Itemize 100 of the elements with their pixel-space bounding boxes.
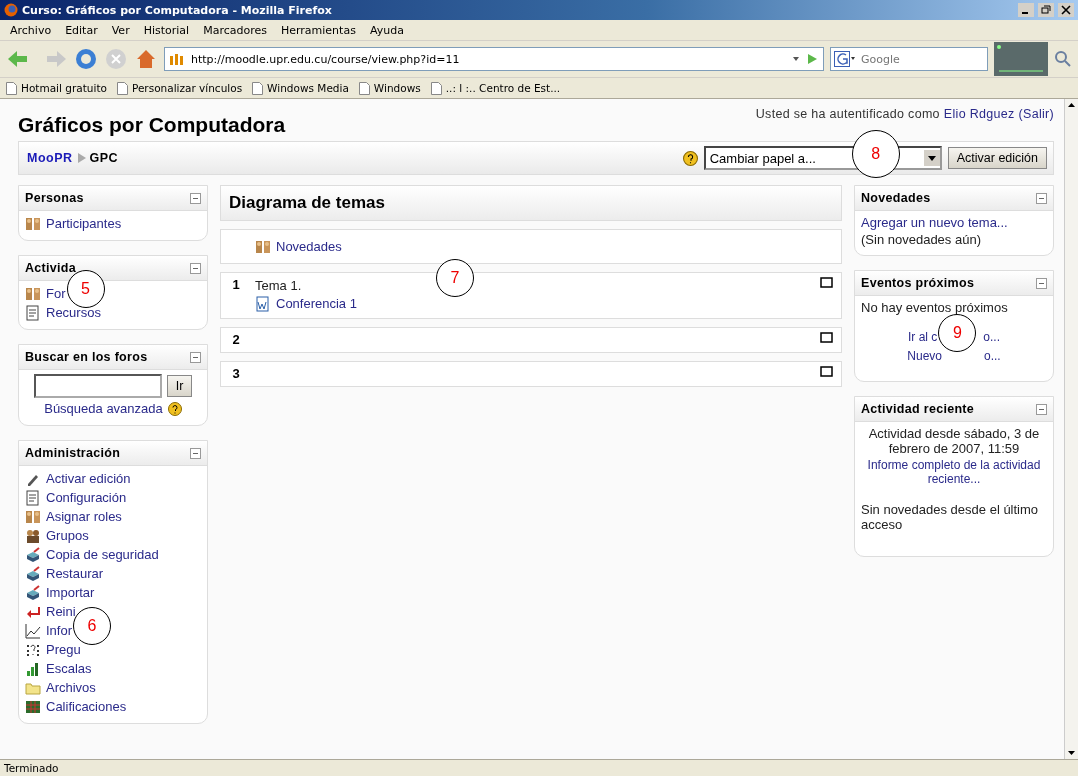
group-icon [25, 527, 41, 544]
forum-link[interactable]: Novedades [276, 238, 342, 255]
search-engine-icon [834, 51, 856, 67]
topic-number: 1 [232, 277, 240, 294]
collapse-icon[interactable] [190, 262, 201, 274]
breadcrumb-item[interactable]: MooPR [27, 151, 73, 165]
close-icon[interactable] [1058, 3, 1074, 17]
square-icon[interactable] [819, 277, 833, 288]
menu-item[interactable]: Ver [105, 21, 136, 39]
block-title: Personas [25, 191, 84, 205]
login-info: Usted se ha autentificado como [755, 107, 940, 121]
bookmark-link[interactable]: Windows [373, 82, 421, 94]
sidebar-link[interactable]: Restaurar [46, 565, 104, 582]
sidebar-link[interactable]: Escalas [46, 660, 92, 677]
line-chart-icon [25, 622, 41, 639]
square-icon[interactable] [819, 332, 833, 343]
sidebar-link[interactable]: Calificaciones [46, 698, 127, 715]
sidebar-link[interactable]: Copia de seguridad [46, 546, 159, 563]
search-icon[interactable] [1054, 50, 1072, 68]
advanced-search-link[interactable]: Búsqueda avanzada [44, 400, 163, 417]
topic-number: 3 [232, 366, 240, 383]
bookmark-link[interactable]: ..: l :.. Centro de Est... [445, 82, 561, 94]
window-title: Curso: Gráficos por Computadora - Mozilla Firefox [22, 3, 333, 17]
block-title: Actividad reciente [861, 402, 975, 416]
sidebar-link[interactable]: Archivos [46, 679, 96, 696]
dropdown-icon[interactable] [923, 150, 940, 166]
page-icon [358, 81, 370, 95]
collapse-icon[interactable] [1036, 403, 1047, 415]
document-icon [25, 489, 41, 506]
word-document-icon [255, 295, 271, 312]
callout-number: 9 [938, 313, 977, 352]
status-text: Terminado [4, 762, 59, 774]
box-icon [25, 565, 41, 582]
minimize-icon[interactable] [1018, 3, 1034, 17]
separator-icon [76, 153, 86, 163]
square-icon[interactable] [819, 366, 833, 377]
block-text: Actividad desde sábado, 3 de febrero de 2007, 11:59 [867, 426, 1041, 456]
sidebar-link[interactable]: Activar edición [46, 470, 131, 487]
help-icon[interactable] [167, 401, 182, 416]
bar-chart-icon [25, 660, 41, 677]
event-link[interactable]: o... [983, 329, 1000, 346]
logout-link[interactable]: (Salir) [1018, 107, 1054, 121]
topic-number: 2 [232, 332, 240, 349]
people-icon [25, 508, 41, 525]
user-link[interactable]: Elio Rdguez [943, 107, 1015, 121]
go-button[interactable]: Ir [166, 375, 193, 397]
block-title: Novedades [861, 191, 931, 205]
bookmark-link[interactable]: Hotmail gratuito [21, 82, 107, 94]
edit-button[interactable]: Activar edición [947, 147, 1047, 169]
search-field[interactable] [33, 374, 162, 398]
menu-item[interactable]: Herramientas [274, 21, 362, 39]
block-text: Sin novedades desde el último acceso [861, 502, 1040, 532]
reload-icon[interactable] [74, 47, 98, 71]
address-bar[interactable]: http://moodle.upr.edu.cu/course/view.php?id=11 [164, 47, 824, 71]
box-icon [25, 546, 41, 563]
menu-item[interactable]: Editar [59, 21, 104, 39]
report-link[interactable]: Informe completo de la actividad reciente... [861, 458, 1047, 486]
sidebar-link[interactable]: Grupos [46, 527, 89, 544]
search-bar[interactable]: Google [830, 47, 988, 71]
section-heading: Diagrama de temas [229, 193, 385, 213]
callout-number: 7 [436, 259, 474, 297]
collapse-icon[interactable] [1036, 192, 1047, 204]
sidebar-link[interactable]: Participantes [46, 215, 122, 232]
page-icon [116, 81, 128, 95]
document-icon [25, 304, 41, 321]
grid-icon [25, 698, 41, 715]
sidebar-link[interactable]: Asignar roles [46, 508, 122, 525]
collapse-icon[interactable] [1036, 277, 1047, 289]
bookmark-link[interactable]: Windows Media [267, 82, 349, 94]
breadcrumb-item: GPC [89, 151, 119, 165]
course-title: Gráficos por Computadora [18, 113, 286, 137]
bookmark-link[interactable]: Personalizar vínculos [131, 82, 243, 94]
collapse-icon[interactable] [190, 192, 201, 204]
page-icon [6, 81, 17, 95]
restore-icon[interactable] [1038, 3, 1054, 17]
menu-item[interactable]: Ayuda [363, 21, 410, 39]
add-topic-link[interactable]: Agregar un nuevo tema... [861, 215, 1047, 230]
block-title: Buscar en los foros [25, 350, 148, 364]
resource-link[interactable]: Conferencia 1 [276, 295, 357, 312]
callout-number: 8 [851, 130, 900, 178]
sidebar-link[interactable]: Configuración [46, 489, 127, 506]
block-text: (Sin novedades aún) [861, 232, 982, 247]
menu-item[interactable]: Historial [137, 21, 196, 39]
collapse-icon[interactable] [190, 351, 201, 363]
sidebar-link[interactable]: Infor [46, 622, 72, 639]
site-icon [169, 52, 185, 66]
address-field[interactable]: http://moodle.upr.edu.cu/course/view.php?id=11 [189, 51, 787, 67]
menu-item[interactable]: Archivo [4, 21, 58, 39]
sidebar-link[interactable]: Reini [46, 603, 76, 620]
people-icon [25, 215, 41, 232]
sidebar-link[interactable]: For [46, 285, 66, 302]
box-icon [25, 584, 41, 601]
topic-summary: Tema 1. [255, 278, 303, 293]
help-icon[interactable] [682, 150, 698, 166]
menu-item[interactable]: Marcadores [197, 21, 273, 39]
collapse-icon[interactable] [190, 447, 201, 459]
event-link[interactable]: Ir al c [908, 329, 938, 346]
event-link[interactable]: o... [984, 348, 1001, 365]
block-title: Eventos próximos [861, 276, 975, 290]
sidebar-link[interactable]: Importar [46, 584, 95, 601]
